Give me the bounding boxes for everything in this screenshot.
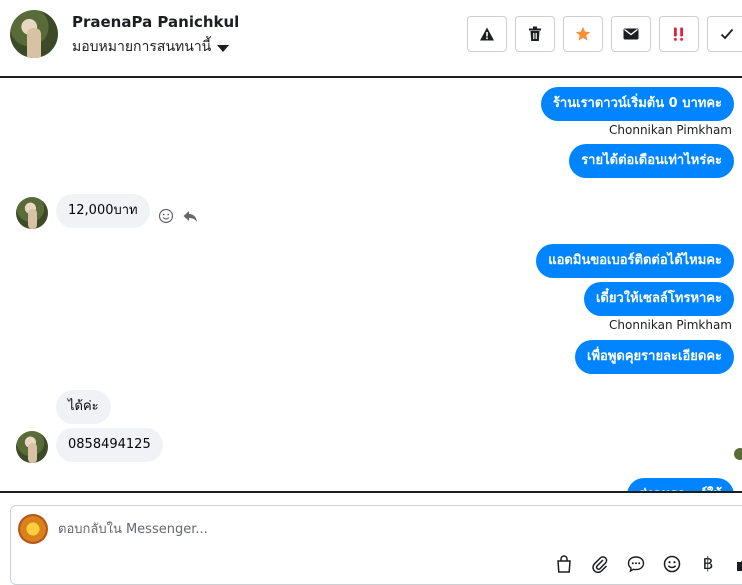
composer: ฿ xyxy=(0,491,742,585)
message-bubble-outgoing[interactable]: ส่งคนรถ...ร์ให้ xyxy=(626,478,734,491)
seen-avatar xyxy=(734,448,742,460)
paperclip-icon xyxy=(592,556,608,573)
spam-icon xyxy=(674,27,683,41)
message-bubble-incoming[interactable]: 12,000บาท xyxy=(56,194,150,228)
conversation-header: PraenaPa Panichkul มอบหมายการสนทนานี้ xyxy=(0,0,742,78)
check-icon xyxy=(720,28,734,40)
baht-icon: ฿ xyxy=(702,554,714,574)
contact-avatar-small xyxy=(16,431,48,463)
envelope-icon xyxy=(623,28,639,40)
reply-arrow-icon[interactable] xyxy=(182,208,198,224)
caret-down-icon xyxy=(217,44,230,52)
attach-file-button[interactable] xyxy=(589,553,611,575)
message-bubble-outgoing[interactable]: เดี๋ยวให้เซลล์โทรหาคะ xyxy=(583,282,734,316)
mark-warning-button[interactable] xyxy=(467,16,507,52)
trash-icon xyxy=(529,26,541,41)
bag-icon xyxy=(557,555,571,573)
chat-bubble-icon xyxy=(627,556,645,573)
mark-unread-button[interactable] xyxy=(611,16,651,52)
contact-name[interactable]: PraenaPa Panichkul xyxy=(72,13,239,31)
assign-conversation-dropdown[interactable]: มอบหมายการสนทนานี้ xyxy=(72,36,230,58)
message-bubble-outgoing[interactable]: แอดมินขอเบอร์ติดต่อได้ไหมคะ xyxy=(536,244,734,278)
star-button[interactable] xyxy=(563,16,603,52)
warning-icon xyxy=(480,27,494,41)
contact-avatar-small xyxy=(16,197,48,229)
star-icon xyxy=(575,26,591,41)
sender-label: Chonnikan Pimkham xyxy=(609,123,732,137)
react-emoji-icon[interactable] xyxy=(158,208,174,224)
sender-label: Chonnikan Pimkham xyxy=(609,318,732,332)
message-bubble-outgoing[interactable]: รายได้ต่อเดือนเท่าไหร่คะ xyxy=(569,144,734,178)
emoji-button[interactable] xyxy=(661,553,683,575)
mark-done-button[interactable] xyxy=(707,16,742,52)
message-bubble-incoming[interactable]: ได้ค่ะ xyxy=(56,390,111,424)
assign-label: มอบหมายการสนทนานี้ xyxy=(72,39,212,55)
emoji-icon xyxy=(663,555,681,573)
contact-avatar[interactable] xyxy=(10,10,58,58)
chat-button[interactable] xyxy=(625,553,647,575)
page-avatar xyxy=(18,514,48,544)
message-bubble-outgoing[interactable]: ร้านเราดาวน์เริ่มต้น 0 บาทคะ xyxy=(540,87,734,121)
message-thread[interactable]: ร้านเราดาวน์เริ่มต้น 0 บาทคะ Chonnikan P… xyxy=(0,80,742,491)
mark-spam-button[interactable] xyxy=(659,16,699,52)
message-bubble-incoming[interactable]: 0858494125 xyxy=(56,428,163,462)
delete-button[interactable] xyxy=(515,16,555,52)
like-button[interactable] xyxy=(730,553,742,575)
like-icon xyxy=(737,560,742,571)
message-bubble-outgoing[interactable]: เพื่อพูดคุยรายละเอียดคะ xyxy=(575,340,734,374)
payment-button[interactable]: ฿ xyxy=(697,553,719,575)
saved-replies-button[interactable] xyxy=(553,553,575,575)
reply-input[interactable] xyxy=(58,517,658,541)
